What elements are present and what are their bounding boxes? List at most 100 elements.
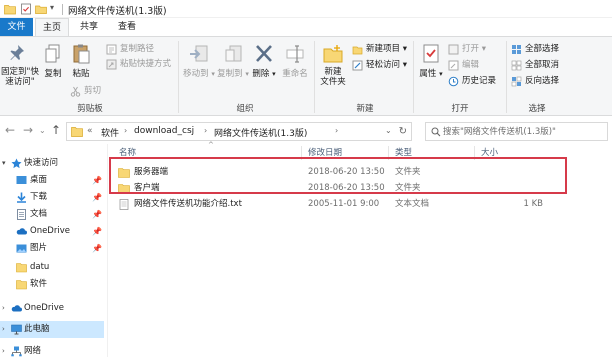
new-folder-label: 新建 文件夹	[320, 67, 346, 87]
nav-item-quick-access[interactable]: ▾ 快速访问	[0, 155, 104, 172]
search-box[interactable]	[425, 122, 608, 141]
copy-path-button[interactable]: 复制路径	[106, 43, 154, 56]
copy-button[interactable]: 复制	[40, 43, 66, 79]
nav-item-onedrive-pinned[interactable]: OneDrive 📌	[0, 223, 104, 240]
folder-icon	[16, 280, 27, 290]
up-arrow-icon[interactable]: ↑	[51, 123, 61, 137]
nav-label: OneDrive	[30, 226, 70, 236]
search-input[interactable]	[443, 125, 603, 138]
nav-item-onedrive[interactable]: › OneDrive	[0, 300, 104, 317]
expand-chevron-icon[interactable]: ›	[2, 321, 5, 338]
computer-icon	[11, 324, 22, 335]
group-separator	[506, 41, 507, 113]
file-name: 网络文件传送机功能介绍.txt	[134, 199, 242, 209]
invert-selection-icon	[511, 76, 522, 87]
new-group-label: 新建	[356, 104, 374, 114]
ribbon-tabs: 文件 主页 共享 查看	[0, 18, 612, 36]
history-icon	[448, 76, 459, 87]
open-button[interactable]: 打开 ▾	[448, 43, 486, 56]
nav-item-datu[interactable]: datu	[0, 259, 104, 276]
nav-item-pictures[interactable]: 图片 📌	[0, 240, 104, 257]
select-all-icon	[512, 45, 521, 54]
expand-chevron-icon[interactable]: ▾	[2, 155, 6, 172]
forward-arrow-icon[interactable]: →	[23, 123, 33, 137]
sort-caret-icon: ^	[208, 141, 214, 149]
nav-item-network[interactable]: › 网络	[0, 343, 104, 357]
recent-locations-chevron-icon[interactable]: ⌄	[39, 126, 46, 135]
copy-to-button[interactable]: 复制到 ▾	[217, 43, 249, 79]
group-separator	[413, 41, 414, 113]
cut-button[interactable]: 剪切	[70, 85, 101, 98]
quick-access-toolbar-dropdown-icon[interactable]: ▾	[50, 3, 54, 12]
picture-icon	[16, 244, 27, 253]
breadcrumb-item[interactable]: download_csj	[134, 126, 194, 136]
pin-icon: 📌	[92, 176, 102, 185]
cloud-icon	[11, 305, 22, 312]
breadcrumb-chevron-icon[interactable]: ›	[204, 126, 207, 135]
nav-label: 文档	[30, 209, 48, 219]
paste-button[interactable]: 粘贴	[67, 43, 95, 79]
nav-item-desktop[interactable]: 桌面 📌	[0, 172, 104, 189]
search-icon	[431, 127, 441, 137]
properties-button[interactable]: 属性 ▾	[417, 43, 445, 79]
nav-item-downloads[interactable]: 下载 📌	[0, 189, 104, 206]
breadcrumb-chevron-icon[interactable]: ›	[124, 126, 127, 135]
nav-label: 网络	[24, 346, 42, 356]
easy-access-button[interactable]: 轻松访问 ▾	[352, 59, 407, 72]
history-button[interactable]: 历史记录	[448, 75, 496, 88]
refresh-icon[interactable]: ↻	[399, 126, 407, 137]
tab-share[interactable]: 共享	[72, 18, 106, 36]
properties-quick-icon[interactable]	[20, 3, 32, 15]
nav-item-this-pc[interactable]: › 此电脑	[0, 321, 104, 338]
edit-icon	[448, 60, 459, 71]
scissors-icon	[70, 86, 81, 97]
breadcrumb-chevron-icon[interactable]: ›	[335, 126, 338, 135]
invert-selection-button[interactable]: 反向选择	[511, 75, 559, 88]
address-dropdown-icon[interactable]: ⌄	[385, 126, 392, 135]
open-group-label: 打开	[451, 104, 469, 114]
tab-home[interactable]: 主页	[35, 18, 69, 36]
nav-item-documents[interactable]: 文档 📌	[0, 206, 104, 223]
file-size: 1 KB	[523, 199, 543, 209]
new-item-button[interactable]: 新建项目 ▾	[352, 43, 407, 56]
edit-button[interactable]: 编辑	[448, 59, 479, 72]
expand-chevron-icon[interactable]: ›	[2, 300, 5, 317]
edit-label: 编辑	[462, 60, 480, 70]
move-to-button[interactable]: 移动到 ▾	[183, 43, 215, 79]
new-folder-button[interactable]: 新建 文件夹	[317, 43, 349, 87]
copy-label: 复制	[44, 69, 62, 79]
pin-to-quick-access-button[interactable]: 固定到"快速访问"	[0, 43, 40, 87]
nav-label: 此电脑	[24, 324, 50, 334]
breadcrumb-item[interactable]: 软件	[101, 126, 119, 139]
pin-label: 固定到"快速访问"	[1, 67, 39, 87]
nav-label: OneDrive	[24, 303, 64, 313]
copy-to-label: 复制到	[217, 69, 243, 79]
select-none-icon	[511, 60, 522, 71]
delete-button[interactable]: 删除 ▾	[251, 43, 277, 79]
paste-icon	[73, 44, 90, 64]
nav-label: 软件	[30, 279, 48, 289]
rename-button[interactable]: 重命名	[279, 43, 311, 79]
paste-shortcut-button[interactable]: 粘贴快捷方式	[106, 58, 171, 71]
pin-icon	[10, 45, 24, 60]
nav-item-software[interactable]: 软件	[0, 276, 104, 293]
select-all-button[interactable]: 全部选择	[511, 43, 559, 56]
breadcrumb-item[interactable]: 网络文件传送机(1.3版)	[214, 126, 307, 139]
pin-icon: 📌	[92, 210, 102, 219]
nav-label: 下载	[30, 192, 48, 202]
tab-file[interactable]: 文件	[0, 18, 33, 36]
file-row[interactable]: 网络文件传送机功能介绍.txt 2005-11-01 9:00 文本文档 1 K…	[114, 197, 608, 212]
new-folder-quick-icon[interactable]	[35, 3, 47, 15]
select-none-button[interactable]: 全部取消	[511, 59, 559, 72]
select-all-label: 全部选择	[525, 44, 560, 54]
invert-selection-label: 反向选择	[525, 76, 560, 86]
expand-chevron-icon[interactable]: ›	[2, 343, 5, 357]
back-arrow-icon[interactable]: ←	[5, 123, 15, 137]
breadcrumb-overflow[interactable]: «	[87, 126, 93, 136]
pin-icon: 📌	[92, 244, 102, 253]
navigation-pane: ▾ 快速访问 桌面 📌 下载 📌 文档 📌 OneDrive 📌 图片 📌 da…	[0, 144, 108, 357]
move-to-icon	[190, 45, 208, 62]
tab-view[interactable]: 查看	[110, 18, 144, 36]
nav-label: 图片	[30, 243, 48, 253]
address-box[interactable]: « 软件 › download_csj › 网络文件传送机(1.3版) › ⌄ …	[66, 122, 412, 141]
